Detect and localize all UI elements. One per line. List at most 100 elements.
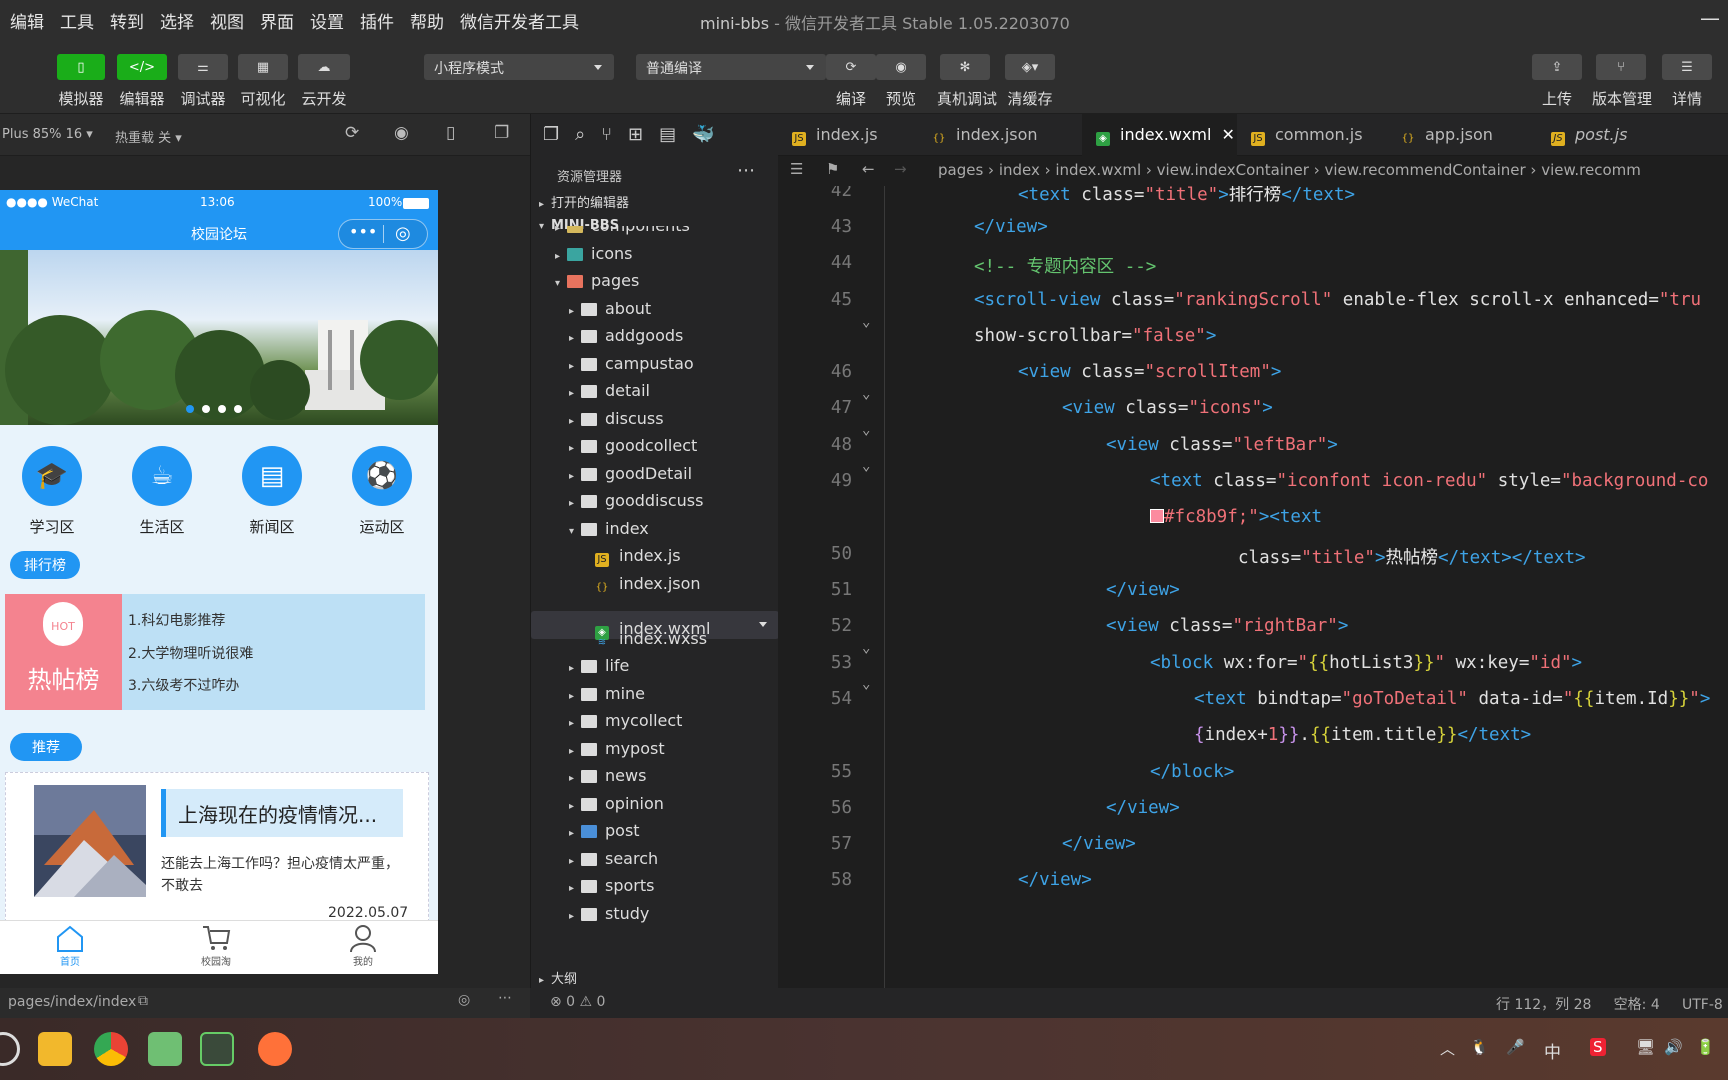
preview-button[interactable]: ◉ — [876, 54, 926, 80]
search-icon[interactable]: ⌕ — [575, 124, 585, 145]
chevron-right-icon[interactable]: ▸ — [569, 710, 581, 738]
chevron-right-icon[interactable]: ▸ — [569, 435, 581, 463]
close-circle-icon[interactable]: ◎ — [395, 223, 411, 244]
menu-goto[interactable]: 转到 — [100, 8, 144, 33]
tab-post-js[interactable]: JS post.js — [1537, 114, 1687, 156]
tree-item[interactable]: {} index.json — [531, 570, 779, 598]
chevron-right-icon[interactable]: ▸ — [569, 765, 581, 793]
qq-icon[interactable]: 🐧 — [1470, 1038, 1489, 1056]
editor-toggle-button[interactable]: </> — [117, 54, 167, 80]
chevron-right-icon[interactable]: ▸ — [569, 655, 581, 683]
extensions-icon[interactable]: ⊞ — [628, 124, 643, 145]
chevron-right-icon[interactable]: ▸ — [569, 325, 581, 353]
cursor-position[interactable]: 行 112，列 28 空格: 4 UTF-8 — [1496, 994, 1723, 1014]
menu-select[interactable]: 选择 — [150, 8, 194, 33]
search-circle-icon[interactable] — [0, 1032, 20, 1066]
tree-item[interactable]: ▸ addgoods — [531, 322, 779, 350]
back-arrow-icon[interactable]: ← — [862, 160, 875, 178]
clear-cache-button[interactable]: ◈▾ — [1005, 54, 1055, 80]
more-icon[interactable]: ⋯ — [498, 990, 512, 1006]
tree-item[interactable]: ▸ study — [531, 900, 779, 928]
hot-post-item[interactable]: 1.科幻电影推荐 — [128, 610, 225, 630]
menu-interface[interactable]: 界面 — [250, 8, 294, 33]
more-dots-icon[interactable]: ••• — [349, 222, 377, 241]
forward-arrow-icon[interactable]: → — [894, 160, 907, 178]
fold-chevron-icon[interactable]: ⌄ — [862, 640, 870, 656]
category-sports[interactable]: ⚽ 运动区 — [342, 446, 422, 537]
details-button[interactable]: ☰ — [1662, 54, 1712, 80]
menu-settings[interactable]: 设置 — [300, 8, 344, 33]
tray-chevron-icon[interactable]: ︿ — [1440, 1038, 1455, 1059]
tab-home[interactable]: 首页 — [40, 923, 100, 968]
window-popout-icon[interactable]: ❐ — [494, 123, 509, 143]
docker-icon[interactable]: 🐳 — [692, 124, 714, 145]
source-control-icon[interactable]: ⑂ — [601, 124, 612, 145]
mode-select[interactable]: 小程序模式 — [424, 54, 614, 80]
tree-item[interactable]: ▸ mine — [531, 680, 779, 708]
chevron-right-icon[interactable]: ▸ — [569, 298, 581, 326]
chevron-right-icon[interactable]: ▸ — [569, 490, 581, 518]
swiper-dot[interactable] — [202, 405, 210, 413]
fold-chevron-icon[interactable]: ⌄ — [862, 422, 870, 438]
hot-post-item[interactable]: 2.大学物理听说很难 — [128, 643, 253, 663]
tree-item[interactable]: ▸ mycollect — [531, 707, 779, 735]
version-button[interactable]: ⑂ — [1596, 54, 1646, 80]
capsule-menu[interactable]: ••• ◎ — [338, 219, 428, 249]
eye-icon[interactable]: ◎ — [458, 992, 470, 1008]
chevron-right-icon[interactable]: ▸ — [569, 793, 581, 821]
storage-icon[interactable]: ▤ — [659, 124, 676, 145]
volume-icon[interactable]: 🔊 — [1664, 1038, 1683, 1056]
ime-icon[interactable]: 中 — [1544, 1038, 1561, 1063]
menu-edit[interactable]: 编辑 — [0, 8, 44, 33]
tree-item[interactable]: ▸ goodcollect — [531, 432, 779, 460]
chevron-down-icon[interactable]: ▾ — [569, 518, 581, 546]
tree-item[interactable]: ▾ index — [531, 515, 779, 543]
tab-common-js[interactable]: JS common.js — [1237, 114, 1387, 156]
tree-item[interactable]: ▸ post — [531, 817, 779, 845]
minimize-button[interactable]: — — [1700, 6, 1720, 30]
record-icon[interactable]: ◉ — [394, 123, 409, 143]
chevron-right-icon[interactable]: ▸ — [569, 683, 581, 711]
chevron-right-icon[interactable]: ▸ — [569, 848, 581, 876]
fold-chevron-icon[interactable]: ⌄ — [862, 386, 870, 402]
category-news[interactable]: ▤ 新闻区 — [232, 446, 312, 537]
chevron-right-icon[interactable]: ▸ — [569, 353, 581, 381]
tree-item[interactable]: ▸ icons — [531, 240, 779, 268]
fold-chevron-icon[interactable]: ⌄ — [862, 314, 870, 330]
microphone-icon[interactable]: 🎤 — [1506, 1038, 1525, 1056]
chevron-down-icon[interactable]: ▾ — [555, 270, 567, 298]
tab-app-json[interactable]: {} app.json — [1387, 114, 1537, 156]
chevron-right-icon[interactable]: ▸ — [555, 243, 567, 271]
hot-post-item[interactable]: 3.六级考不过咋办 — [128, 675, 239, 695]
chevron-right-icon[interactable]: ▸ — [569, 875, 581, 903]
chevron-right-icon[interactable]: ▸ — [569, 380, 581, 408]
debugger-toggle-button[interactable]: ⚌ — [178, 54, 228, 80]
list-icon[interactable]: ☰ — [790, 160, 803, 178]
more-actions-icon[interactable]: ⋯ — [737, 160, 755, 181]
sogou-icon[interactable]: S — [1590, 1038, 1606, 1056]
bookmark-icon[interactable]: ⚑ — [826, 160, 839, 178]
chevron-right-icon[interactable]: ▸ — [569, 903, 581, 931]
tree-item[interactable]: ▸ gooddiscuss — [531, 487, 779, 515]
hot-reload-select[interactable]: 热重载 关 ▾ — [115, 127, 182, 146]
menu-wechat-devtools[interactable]: 微信开发者工具 — [450, 8, 579, 33]
post-card[interactable]: 上海现在的疫情情况... 还能去上海工作吗？担心疫情太严重，不敢去 2022.0… — [5, 772, 429, 922]
problems-count[interactable]: ⊗ 0 ⚠ 0 — [550, 994, 605, 1010]
swiper-dot-active[interactable] — [186, 405, 194, 413]
tree-item[interactable]: ▸ opinion — [531, 790, 779, 818]
tree-item[interactable]: ▸ life — [531, 652, 779, 680]
tree-item[interactable]: ▸ about — [531, 295, 779, 323]
breadcrumb-path[interactable]: pages › index › index.wxml › view.indexC… — [938, 161, 1641, 179]
fold-chevron-icon[interactable]: ⌄ — [862, 458, 870, 474]
fold-chevron-icon[interactable]: ⌄ — [862, 676, 870, 692]
swiper-dot[interactable] — [218, 405, 226, 413]
tree-item[interactable]: ▸ sports — [531, 872, 779, 900]
battery-tray-icon[interactable]: 🔋 — [1696, 1038, 1715, 1056]
cloud-dev-button[interactable]: ☁ — [298, 54, 350, 80]
chevron-right-icon[interactable]: ▸ — [569, 463, 581, 491]
device-select[interactable]: Plus 85% 16 ▾ — [2, 127, 93, 142]
simulator-toggle-button[interactable]: ▯ — [57, 54, 105, 80]
menu-tools[interactable]: 工具 — [50, 8, 94, 33]
tree-item[interactable]: ▸ goodDetail — [531, 460, 779, 488]
category-study[interactable]: 🎓 学习区 — [12, 446, 92, 537]
